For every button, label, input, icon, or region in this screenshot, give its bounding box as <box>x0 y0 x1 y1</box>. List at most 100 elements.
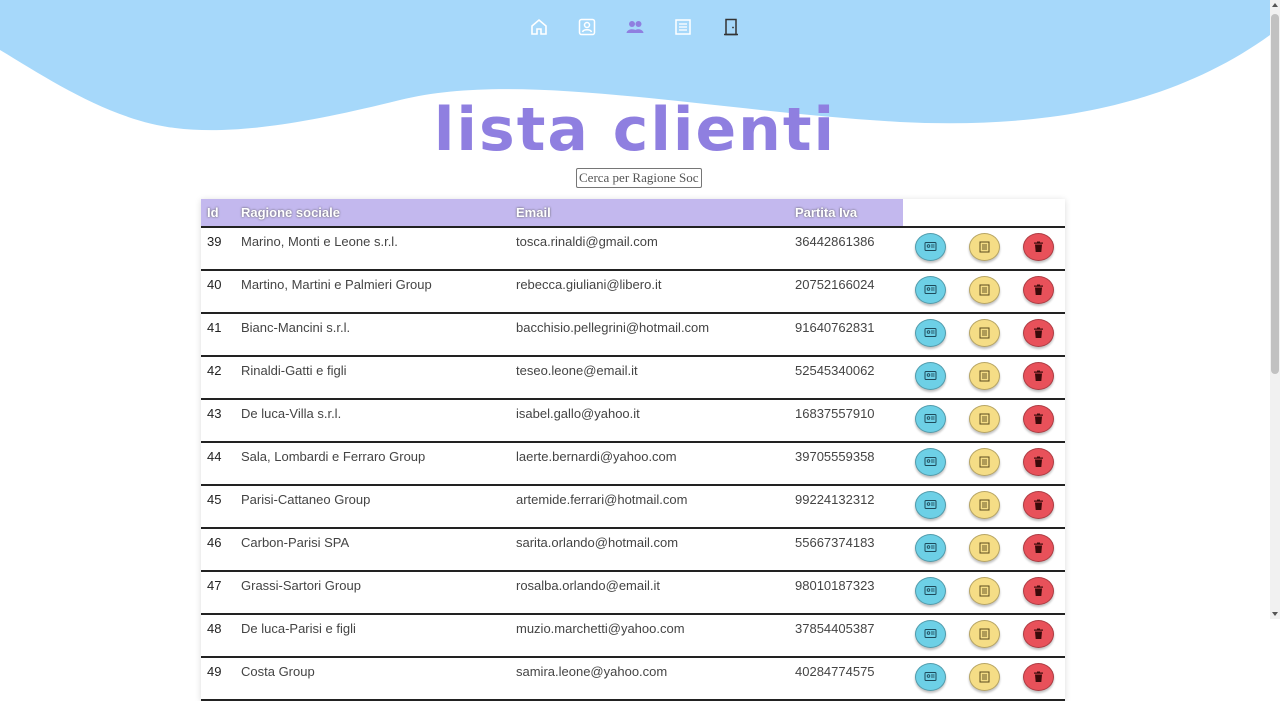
delete-client-button[interactable] <box>1022 534 1054 562</box>
column-header-partita-iva: Partita Iva <box>789 199 903 228</box>
cell-action <box>1011 356 1065 400</box>
detail-client-button[interactable] <box>968 577 1000 605</box>
logout-icon <box>724 18 738 36</box>
id-card-icon <box>924 414 936 423</box>
cell-action <box>957 571 1011 615</box>
view-client-button[interactable] <box>914 405 946 433</box>
trash-icon <box>1033 370 1043 381</box>
view-client-button[interactable] <box>914 534 946 562</box>
view-client-button[interactable] <box>914 233 946 261</box>
cell-action <box>903 571 957 615</box>
document-icon <box>979 671 989 683</box>
document-icon <box>979 628 989 640</box>
view-client-button[interactable] <box>914 448 946 476</box>
delete-client-button[interactable] <box>1022 448 1054 476</box>
cell-ragione-sociale: Parisi-Cattaneo Group <box>235 485 510 529</box>
cell-id: 47 <box>201 571 235 615</box>
id-card-icon <box>924 328 936 337</box>
trash-icon <box>1033 628 1043 639</box>
column-header-ragione-sociale: Ragione sociale <box>235 199 510 228</box>
cell-ragione-sociale: Carbon-Parisi SPA <box>235 528 510 572</box>
cell-partita-iva: 36442861386 <box>789 227 903 271</box>
document-icon <box>979 542 989 554</box>
users-icon <box>626 21 644 33</box>
nav-invoices[interactable] <box>670 14 696 40</box>
delete-client-button[interactable] <box>1022 233 1054 261</box>
document-icon <box>979 585 989 597</box>
id-card-icon <box>924 371 936 380</box>
view-client-button[interactable] <box>914 577 946 605</box>
nav-logout[interactable] <box>718 14 744 40</box>
id-card-icon <box>924 500 936 509</box>
cell-action <box>903 485 957 529</box>
detail-client-button[interactable] <box>968 362 1000 390</box>
trash-icon <box>1033 542 1043 553</box>
id-card-icon <box>924 629 936 638</box>
trash-icon <box>1033 671 1043 682</box>
search-input[interactable] <box>576 168 702 188</box>
cell-partita-iva: 98010187323 <box>789 571 903 615</box>
table-row: 49 Costa Group samira.leone@yahoo.com 40284… <box>201 657 1065 701</box>
delete-client-button[interactable] <box>1022 319 1054 347</box>
view-client-button[interactable] <box>914 276 946 304</box>
id-card-icon <box>924 672 936 681</box>
page-scrollbar[interactable] <box>1270 0 1280 619</box>
detail-client-button[interactable] <box>968 663 1000 691</box>
scrollbar-thumb[interactable] <box>1271 14 1279 374</box>
table-row: 39 Marino, Monti e Leone s.r.l. tosca.rina… <box>201 227 1065 271</box>
cell-action <box>1011 270 1065 314</box>
trash-icon <box>1033 413 1043 424</box>
detail-client-button[interactable] <box>968 491 1000 519</box>
delete-client-button[interactable] <box>1022 577 1054 605</box>
cell-partita-iva: 16837557910 <box>789 399 903 443</box>
delete-client-button[interactable] <box>1022 491 1054 519</box>
view-client-button[interactable] <box>914 319 946 347</box>
table-row: 45 Parisi-Cattaneo Group artemide.ferrari@… <box>201 485 1065 529</box>
clients-table: Id Ragione sociale Email Partita Iva 39 M… <box>201 199 1065 701</box>
trash-icon <box>1033 499 1043 510</box>
nav-home[interactable] <box>526 14 552 40</box>
view-client-button[interactable] <box>914 491 946 519</box>
scroll-up-icon[interactable] <box>1272 3 1278 7</box>
delete-client-button[interactable] <box>1022 663 1054 691</box>
cell-email: muzio.marchetti@yahoo.com <box>510 614 789 658</box>
detail-client-button[interactable] <box>968 319 1000 347</box>
delete-client-button[interactable] <box>1022 362 1054 390</box>
nav-clients[interactable] <box>622 14 648 40</box>
detail-client-button[interactable] <box>968 276 1000 304</box>
cell-partita-iva: 40284774575 <box>789 657 903 701</box>
delete-client-button[interactable] <box>1022 405 1054 433</box>
cell-ragione-sociale: Bianc-Mancini s.r.l. <box>235 313 510 357</box>
cell-action <box>903 313 957 357</box>
detail-client-button[interactable] <box>968 534 1000 562</box>
cell-email: samira.leone@yahoo.com <box>510 657 789 701</box>
view-client-button[interactable] <box>914 663 946 691</box>
table-body: 39 Marino, Monti e Leone s.r.l. tosca.rina… <box>201 227 1065 701</box>
table-row: 48 De luca-Parisi e figli muzio.marchetti@… <box>201 614 1065 658</box>
table-row: 46 Carbon-Parisi SPA sarita.orlando@hotmai… <box>201 528 1065 572</box>
detail-client-button[interactable] <box>968 233 1000 261</box>
cell-action <box>1011 227 1065 271</box>
cell-action <box>957 442 1011 486</box>
view-client-button[interactable] <box>914 362 946 390</box>
detail-client-button[interactable] <box>968 620 1000 648</box>
cell-action <box>957 313 1011 357</box>
delete-client-button[interactable] <box>1022 276 1054 304</box>
table-row: 42 Rinaldi-Gatti e figli teseo.leone@email… <box>201 356 1065 400</box>
detail-client-button[interactable] <box>968 405 1000 433</box>
document-icon <box>979 241 989 253</box>
cell-action <box>1011 313 1065 357</box>
view-client-button[interactable] <box>914 620 946 648</box>
id-card-icon <box>924 285 936 294</box>
cell-action <box>957 356 1011 400</box>
home-icon <box>531 18 547 35</box>
scroll-down-icon[interactable] <box>1272 612 1278 616</box>
cell-id: 40 <box>201 270 235 314</box>
cell-partita-iva: 55667374183 <box>789 528 903 572</box>
cell-action <box>1011 485 1065 529</box>
column-header-actions <box>903 199 1065 228</box>
nav-profile[interactable] <box>574 14 600 40</box>
cell-partita-iva: 91640762831 <box>789 313 903 357</box>
detail-client-button[interactable] <box>968 448 1000 476</box>
delete-client-button[interactable] <box>1022 620 1054 648</box>
